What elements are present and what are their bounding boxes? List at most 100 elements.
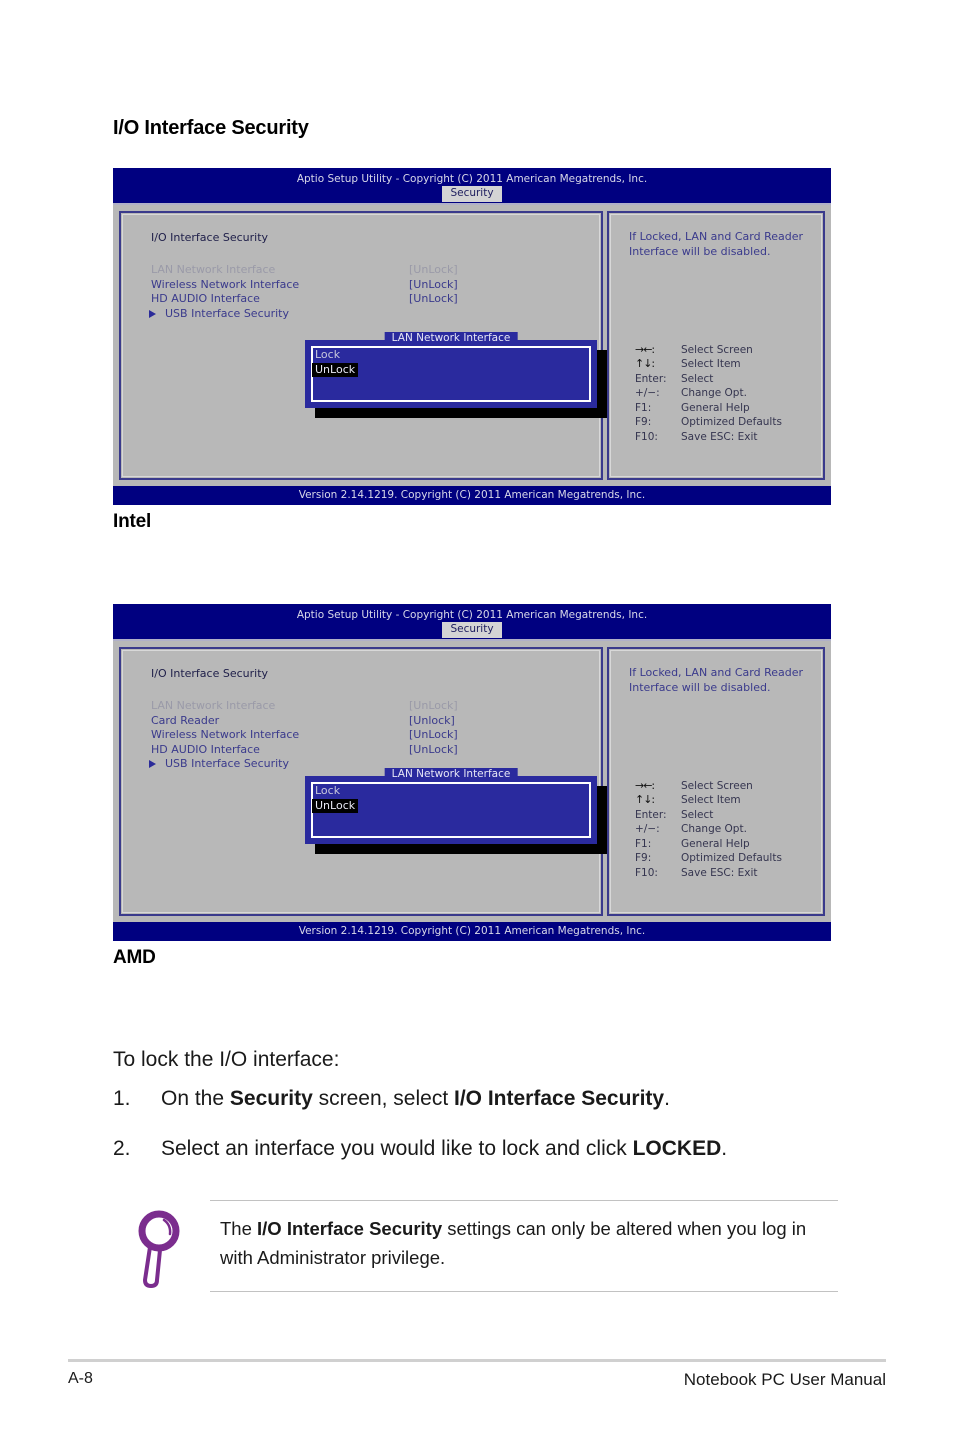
legend-row: F10: Save ESC: Exit bbox=[635, 430, 782, 445]
help-text: If Locked, LAN and Card Reader Interface… bbox=[629, 666, 804, 694]
triangle-right-icon bbox=[149, 309, 156, 318]
triangle-right-icon bbox=[149, 760, 156, 768]
magnifier-icon bbox=[133, 1206, 187, 1289]
interface-row-label: Card Reader bbox=[151, 713, 220, 727]
interface-row-label: HD AUDIO Interface bbox=[151, 292, 260, 305]
bios-section-title: I/O Interface Security bbox=[151, 667, 269, 680]
legend-description: Save ESC: Exit bbox=[681, 866, 758, 879]
help-text: If Locked, LAN and Card Reader Interface… bbox=[629, 230, 804, 258]
interface-row-label: LAN Network Interface bbox=[151, 263, 276, 276]
bios-screenshot-intel: Aptio Setup Utility - Copyright (C) 2011… bbox=[113, 168, 831, 505]
interface-row[interactable]: LAN Network Interface [UnLock] bbox=[151, 263, 589, 278]
bios-title-text: Aptio Setup Utility - Copyright (C) 2011… bbox=[296, 173, 648, 185]
bios-tab-row: Security bbox=[113, 622, 831, 638]
dialog-option-unlock-selected[interactable]: UnLock bbox=[312, 363, 359, 377]
bios-titlebar: Aptio Setup Utility - Copyright (C) 2011… bbox=[113, 168, 831, 203]
legend-row: F9: Optimized Defaults bbox=[635, 851, 782, 866]
legend-key: Enter: bbox=[635, 808, 667, 821]
interface-row-label: LAN Network Interface bbox=[151, 699, 276, 712]
instruction-step-2: 2. Select an interface you would like to … bbox=[113, 1137, 727, 1161]
dialog-option-lock[interactable]: Lock bbox=[315, 348, 340, 362]
step-number: 1. bbox=[113, 1087, 131, 1110]
legend-row: +/−: Change Opt. bbox=[635, 822, 782, 837]
interface-row[interactable]: Wireless Network Interface [UnLock] bbox=[151, 728, 589, 743]
arrow-keys-icon: ↑↓: bbox=[635, 357, 655, 370]
key-legend: →←: Select Screen ↑↓: Select Item Enter: Sele… bbox=[635, 343, 782, 445]
legend-row: F1: General Help bbox=[635, 401, 782, 416]
note-body: The I/O Interface Security settings can … bbox=[210, 1200, 838, 1292]
legend-description: Select Screen bbox=[681, 779, 753, 792]
interface-row-value[interactable]: [UnLock] bbox=[409, 743, 458, 756]
legend-description: Change Opt. bbox=[681, 387, 747, 399]
interface-row[interactable]: Card Reader [Unlock] bbox=[151, 714, 589, 729]
interface-row-value[interactable]: [UnLock] bbox=[409, 278, 458, 291]
bios-version-bar: Version 2.14.1219. Copyright (C) 2011 Am… bbox=[113, 486, 831, 505]
legend-description: Select Screen bbox=[681, 343, 753, 356]
footer-page-number: A-8 bbox=[68, 1370, 93, 1387]
legend-key: F1: bbox=[635, 837, 652, 850]
key-legend: →←: Select Screen ↑↓: Select Item Enter: Sele… bbox=[635, 779, 782, 881]
submenu-usb-interface-security[interactable]: USB Interface Security bbox=[149, 306, 589, 322]
bios-help-panel: If Locked, LAN and Card Reader Interface… bbox=[607, 211, 825, 480]
dialog-panel: LAN Network Interface Lock UnLock bbox=[305, 768, 597, 844]
step-text: Select an interface you would like to lo… bbox=[161, 1137, 633, 1160]
submenu-usb-interface-security[interactable]: USB Interface Security bbox=[149, 757, 589, 772]
step-emphasis: LOCKED bbox=[632, 1137, 722, 1160]
note-text: The I/O Interface Security settings can … bbox=[220, 1214, 832, 1272]
caption-amd: AMD bbox=[113, 947, 156, 968]
dialog-option-lock[interactable]: Lock bbox=[315, 784, 340, 798]
legend-row: Enter: Select bbox=[635, 808, 782, 823]
interface-row[interactable]: Wireless Network Interface [UnLock] bbox=[151, 278, 589, 293]
bios-version-bar: Version 2.14.1219. Copyright (C) 2011 Am… bbox=[113, 922, 831, 941]
legend-description: General Help bbox=[681, 401, 750, 414]
legend-row: F1: General Help bbox=[635, 837, 782, 852]
submenu-label: USB Interface Security bbox=[165, 306, 289, 320]
legend-description: General Help bbox=[681, 837, 750, 850]
dialog-title: LAN Network Interface bbox=[384, 332, 518, 344]
legend-row: Enter: Select bbox=[635, 372, 782, 387]
instructions-lead: To lock the I/O interface: bbox=[113, 1048, 340, 1071]
step-text: . bbox=[664, 1087, 670, 1110]
interface-row[interactable]: HD AUDIO Interface [UnLock] bbox=[151, 743, 589, 758]
lan-network-interface-dialog[interactable]: LAN Network Interface Lock UnLock bbox=[305, 332, 607, 418]
arrow-keys-icon: ↑↓: bbox=[635, 793, 655, 806]
legend-key: F9: bbox=[635, 416, 652, 428]
caption-intel: Intel bbox=[113, 511, 152, 532]
interface-row-value[interactable]: [UnLock] bbox=[409, 292, 458, 305]
interface-row-value[interactable]: [Unlock] bbox=[409, 714, 455, 727]
tab-security[interactable]: Security bbox=[442, 622, 502, 638]
bios-screenshot-amd: Aptio Setup Utility - Copyright (C) 2011… bbox=[113, 604, 831, 941]
interface-row-label: Wireless Network Interface bbox=[151, 728, 300, 741]
interface-row-value[interactable]: [UnLock] bbox=[409, 728, 458, 741]
note-box: The I/O Interface Security settings can … bbox=[133, 1200, 838, 1292]
step-emphasis: Security bbox=[229, 1087, 313, 1110]
dialog-title: LAN Network Interface bbox=[384, 768, 518, 780]
instruction-step-1: 1. On the Security screen, select I/O Int… bbox=[113, 1087, 670, 1111]
bios-title-text: Aptio Setup Utility - Copyright (C) 2011… bbox=[296, 609, 648, 621]
dialog-option-unlock-selected[interactable]: UnLock bbox=[312, 799, 359, 813]
legend-row: →←: Select Screen bbox=[635, 343, 782, 358]
interface-row-value[interactable]: [UnLock] bbox=[409, 263, 458, 276]
bios-tab-row: Security bbox=[113, 186, 831, 202]
step-number: 2. bbox=[113, 1137, 131, 1160]
interface-row[interactable]: LAN Network Interface [UnLock] bbox=[151, 699, 589, 714]
note-text-pre: The bbox=[220, 1218, 258, 1239]
bios-section-title: I/O Interface Security bbox=[151, 231, 269, 244]
legend-key: F9: bbox=[635, 852, 652, 864]
footer-divider bbox=[68, 1359, 886, 1362]
interface-row-value[interactable]: [UnLock] bbox=[409, 699, 458, 712]
legend-key: F10: bbox=[635, 866, 658, 879]
page-title: I/O Interface Security bbox=[113, 117, 309, 139]
legend-key: F1: bbox=[635, 401, 652, 414]
bios-body: I/O Interface Security LAN Network Inter… bbox=[113, 203, 831, 486]
tab-security[interactable]: Security bbox=[442, 186, 502, 202]
interface-row[interactable]: HD AUDIO Interface [UnLock] bbox=[151, 292, 589, 307]
legend-description: Select Item bbox=[681, 794, 741, 806]
legend-key: +/−: bbox=[635, 823, 660, 835]
bios-help-panel: If Locked, LAN and Card Reader Interface… bbox=[607, 647, 825, 916]
legend-row: F9: Optimized Defaults bbox=[635, 415, 782, 430]
step-emphasis: I/O Interface Security bbox=[454, 1087, 665, 1110]
step-text: screen, select bbox=[312, 1087, 454, 1110]
lan-network-interface-dialog[interactable]: LAN Network Interface Lock UnLock bbox=[305, 768, 607, 854]
legend-description: Optimized Defaults bbox=[681, 852, 782, 864]
